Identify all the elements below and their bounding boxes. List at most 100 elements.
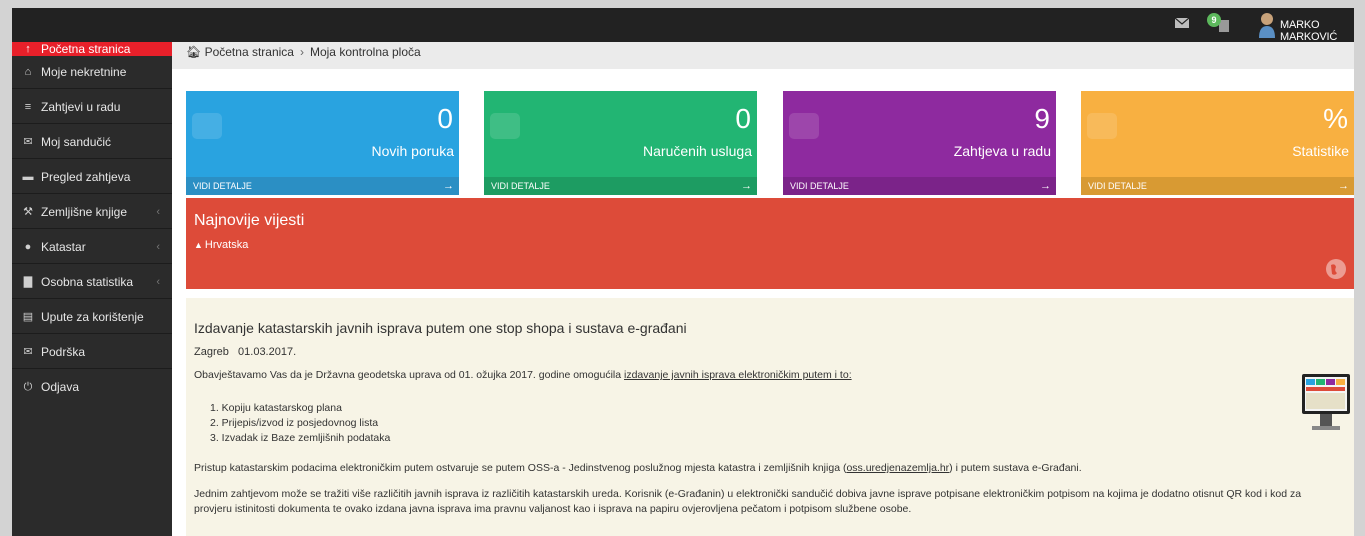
news-tag[interactable]: ▲ Hrvatska	[194, 239, 248, 251]
stat-tile[interactable]: 0 Naručenih usluga VIDI DETALJE →	[484, 91, 757, 195]
breadcrumb-home[interactable]: Početna stranica	[205, 45, 294, 59]
tile-label: Statistike	[1292, 143, 1349, 159]
sidebar-item[interactable]: ⚒ Zemljišne knjige ‹	[12, 196, 172, 229]
tile-value: 0	[437, 103, 453, 134]
tile-label: Zahtjeva u radu	[953, 143, 1051, 159]
notification-badge[interactable]: 9	[1207, 13, 1221, 27]
screen-frame-right	[1354, 0, 1365, 536]
oss-link[interactable]: oss.uredjenazemlja.hr	[846, 462, 949, 474]
list-item: 3. Izvadak iz Baze zemljišnih podataka	[210, 432, 391, 444]
article-paragraph-2: Pristup katastarskim podacima elektronič…	[194, 461, 1304, 476]
article-list: 1. Kopiju katastarskog plana 2. Prijepis…	[210, 401, 390, 446]
chevron-left-icon: ‹	[156, 241, 160, 253]
sidebar-item[interactable]: ✉ Moj sandučić	[12, 126, 172, 159]
sidebar-item[interactable]: ● Katastar ‹	[12, 231, 172, 264]
chevron-left-icon: ‹	[156, 276, 160, 288]
chevron-left-icon: ‹	[156, 206, 160, 218]
breadcrumb: 🏠︎ Početna stranica › Moja kontrolna ploča	[172, 42, 1354, 69]
arrow-circle-right-icon: →	[443, 180, 454, 192]
user-name[interactable]: MARKO MARKOVIĆ	[1280, 19, 1354, 43]
folder-icon: ▬	[22, 171, 34, 183]
envelope-icon: ✉	[23, 346, 33, 358]
article-paragraph-3: Jednim zahtjevom može se tražiti više ra…	[194, 488, 1302, 515]
main-content: 🏠︎ Početna stranica › Moja kontrolna ploča…	[172, 42, 1354, 536]
globe-icon: ●	[24, 241, 32, 253]
breadcrumb-separator: ›	[299, 45, 304, 59]
article-date: 01.03.2017.	[238, 346, 297, 358]
sidebar-item-label: Početna stranica	[41, 42, 131, 56]
monitor-icon	[1300, 372, 1352, 436]
article-title[interactable]: Izdavanje katastarskih javnih isprava pu…	[194, 320, 687, 336]
home-icon[interactable]: 🏠︎	[186, 45, 201, 59]
list-item: 1. Kopiju katastarskog plana	[210, 402, 342, 414]
tag-icon: ▲	[194, 240, 203, 250]
mail-icon[interactable]	[1175, 18, 1189, 28]
power-icon: ⏻	[23, 381, 33, 393]
bar-chart-icon: ▇	[23, 276, 33, 288]
cart-icon	[490, 109, 524, 146]
article-p2-after: ) i putem sustava e-Građani.	[949, 462, 1082, 474]
tile-details-link[interactable]: VIDI DETALJE →	[186, 177, 459, 195]
breadcrumb-current: Moja kontrolna ploča	[309, 45, 421, 59]
list-item: 2. Prijepis/izvod iz posjedovnog lista	[210, 417, 379, 429]
sidebar-item-label: Upute za korištenje	[41, 310, 144, 324]
tile-details-link[interactable]: VIDI DETALJE →	[783, 177, 1056, 195]
tile-label: Naručenih usluga	[643, 143, 752, 159]
sidebar-item[interactable]: ▇ Osobna statistika ‹	[12, 266, 172, 299]
bar-chart-icon	[1087, 109, 1121, 146]
news-tag-label: Hrvatska	[204, 239, 249, 251]
sidebar-item[interactable]: ≡ Zahtjevi u radu	[12, 91, 172, 124]
comments-icon	[192, 109, 226, 146]
sidebar: ↑ Početna stranica ⌂ Moje nekretnine ≡ Zahtje…	[12, 42, 172, 536]
top-navbar: 9 MARKO MARKOVIĆ	[12, 8, 1354, 43]
arrow-circle-right-icon: →	[741, 180, 752, 192]
stat-tile[interactable]: 9 Zahtjeva u radu VIDI DETALJE →	[783, 91, 1056, 195]
home-icon: ⌂	[24, 66, 32, 78]
envelope-icon: ✉	[23, 136, 33, 148]
sidebar-item[interactable]: ↑ Početna stranica	[12, 42, 172, 56]
sidebar-item[interactable]: ⌂ Moje nekretnine	[12, 56, 172, 89]
tile-label: Novih poruka	[371, 143, 455, 159]
globe-icon	[1326, 259, 1346, 279]
sidebar-item-label: Katastar	[41, 240, 86, 254]
sidebar-item[interactable]: ⏻ Odjava	[12, 371, 172, 404]
tile-value: 0	[735, 103, 751, 134]
tile-footer-label: VIDI DETALJE	[790, 181, 849, 191]
sidebar-item[interactable]: ▬ Pregled zahtjeva	[12, 161, 172, 194]
article-meta: Zagreb 01.03.2017.	[194, 346, 296, 358]
arrow-circle-right-icon: →	[1338, 180, 1349, 192]
sidebar-item[interactable]: ✉ Podrška	[12, 336, 172, 369]
list-icon: ≡	[24, 101, 32, 113]
sidebar-item-label: Moje nekretnine	[41, 65, 127, 79]
news-header: Najnovije vijesti ▲ Hrvatska	[186, 198, 1354, 289]
user-avatar-icon[interactable]	[1258, 12, 1276, 38]
sidebar-item-label: Moj sandučić	[41, 135, 112, 149]
stat-tile[interactable]: % Statistike VIDI DETALJE →	[1081, 91, 1354, 195]
gavel-icon: ⚒	[23, 206, 33, 218]
document-icon: ▤	[22, 311, 34, 323]
article-paragraph-1: Obavještavamo Vas da je Državna geodetsk…	[194, 368, 1304, 383]
sidebar-item-label: Pregled zahtjeva	[41, 170, 131, 184]
sidebar-item-label: Osobna statistika	[41, 275, 134, 289]
article-p1-text: Obavještavamo Vas da je Državna geodetsk…	[194, 369, 624, 381]
article-p1-link[interactable]: izdavanje javnih isprava elektroničkim p…	[624, 369, 852, 381]
news-article: Izdavanje katastarskih javnih isprava pu…	[186, 298, 1354, 536]
article-place: Zagreb	[194, 346, 229, 358]
sidebar-item-label: Podrška	[41, 345, 86, 359]
screen-frame-top	[0, 0, 1365, 8]
arrow-up-icon: ↑	[25, 43, 31, 55]
screen-frame-left	[0, 0, 12, 536]
tile-footer-label: VIDI DETALJE	[1088, 181, 1147, 191]
tile-value: 9	[1034, 103, 1050, 134]
sidebar-item[interactable]: ▤ Upute za korištenje	[12, 301, 172, 334]
tile-details-link[interactable]: VIDI DETALJE →	[1081, 177, 1354, 195]
tile-details-link[interactable]: VIDI DETALJE →	[484, 177, 757, 195]
tile-footer-label: VIDI DETALJE	[491, 181, 550, 191]
tile-footer-label: VIDI DETALJE	[193, 181, 252, 191]
arrow-circle-right-icon: →	[1040, 180, 1051, 192]
article-p2-text: Pristup katastarskim podacima elektronič…	[194, 462, 847, 474]
globe-icon	[789, 109, 823, 146]
stat-tile[interactable]: 0 Novih poruka VIDI DETALJE →	[186, 91, 459, 195]
sidebar-item-label: Zahtjevi u radu	[41, 100, 121, 114]
sidebar-item-label: Zemljišne knjige	[41, 205, 128, 219]
